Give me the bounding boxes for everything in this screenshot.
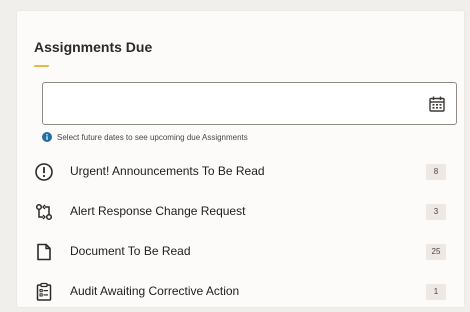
calendar-icon[interactable] <box>428 95 446 113</box>
change-request-icon <box>34 202 54 222</box>
count-badge: 1 <box>426 284 446 300</box>
count-badge: 25 <box>426 244 446 260</box>
list-item-document-to-read[interactable]: Document To Be Read 25 <box>17 232 464 272</box>
audit-clipboard-icon <box>34 282 54 302</box>
card-title: Assignments Due <box>34 39 153 55</box>
count-badge: 3 <box>426 204 446 220</box>
info-icon <box>42 132 52 142</box>
list-item-alert-response-change[interactable]: Alert Response Change Request 3 <box>17 192 464 232</box>
document-icon <box>34 242 54 262</box>
list-item-label: Alert Response Change Request <box>70 204 246 218</box>
count-badge: 8 <box>426 164 446 180</box>
list-item-label: Urgent! Announcements To Be Read <box>70 164 265 178</box>
due-date-input[interactable] <box>49 89 419 118</box>
date-hint: Select future dates to see upcoming due … <box>42 132 248 142</box>
title-accent-bar <box>34 65 49 67</box>
alert-circle-icon <box>34 162 54 182</box>
assignments-due-card: Assignments Due Select future dates to s… <box>17 11 464 307</box>
list-item-label: Document To Be Read <box>70 244 191 258</box>
list-item-label: Audit Awaiting Corrective Action <box>70 284 240 298</box>
date-hint-text: Select future dates to see upcoming due … <box>57 132 248 142</box>
list-item-audit-corrective-action[interactable]: Audit Awaiting Corrective Action 1 <box>17 272 464 312</box>
due-date-field[interactable] <box>42 82 457 125</box>
list-item-urgent-announcements[interactable]: Urgent! Announcements To Be Read 8 <box>17 152 464 192</box>
